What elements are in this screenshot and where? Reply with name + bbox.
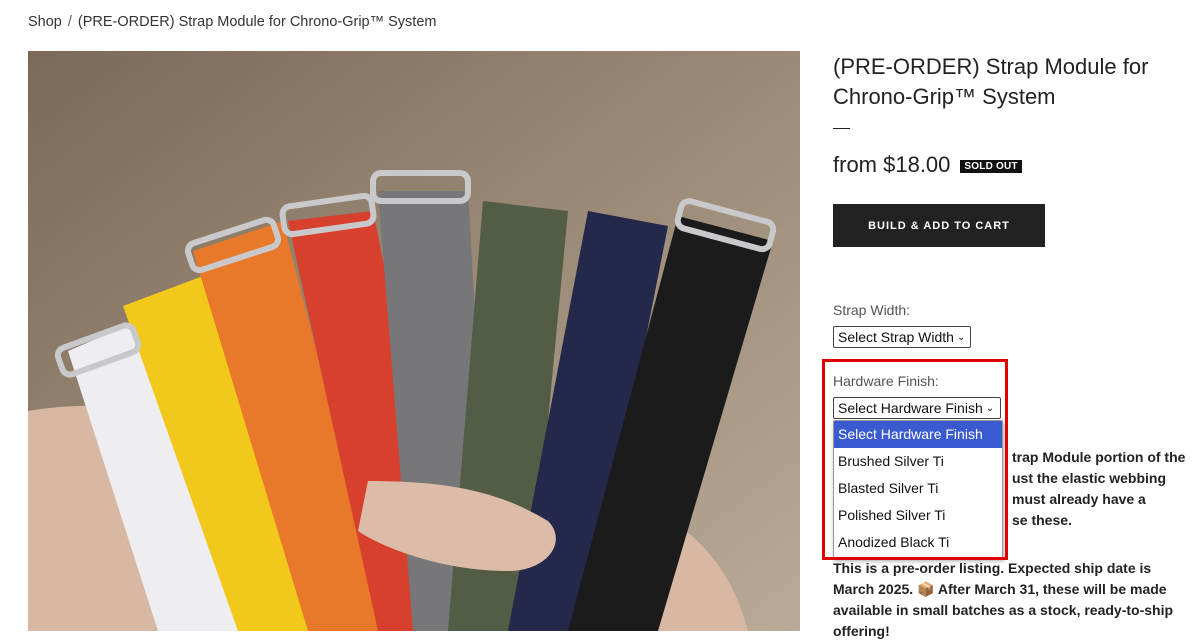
chevron-down-icon: ⌄ <box>985 402 995 414</box>
preorder-note: This is a pre-order listing. Expected sh… <box>833 560 1174 639</box>
product-price: from $18.00 <box>833 152 951 177</box>
strap-width-value: Select Strap Width <box>838 329 954 345</box>
chevron-down-icon: ⌄ <box>956 331 966 343</box>
hardware-finish-label: Hardware Finish: <box>833 373 939 389</box>
product-image[interactable] <box>28 51 800 631</box>
price-row: from $18.00 SOLD OUT <box>833 152 1022 178</box>
dropdown-option-anodized-black-ti[interactable]: Anodized Black Ti <box>834 529 1002 556</box>
description-partial: trap Module portion of the ust the elast… <box>1012 447 1192 531</box>
title-divider <box>833 128 850 129</box>
description-line: trap Module portion of the <box>1012 449 1186 465</box>
breadcrumb-shop-link[interactable]: Shop <box>28 14 62 30</box>
build-add-to-cart-button[interactable]: BUILD & ADD TO CART <box>833 204 1045 247</box>
dropdown-option-polished-silver-ti[interactable]: Polished Silver Ti <box>834 502 1002 529</box>
hardware-finish-dropdown-list[interactable]: Select Hardware Finish Brushed Silver Ti… <box>833 420 1003 559</box>
breadcrumb-separator: / <box>67 14 72 30</box>
breadcrumb-current: (PRE-ORDER) Strap Module for Chrono-Grip… <box>77 14 437 30</box>
strap-width-select[interactable]: Select Strap Width ⌄ <box>833 326 971 348</box>
hardware-finish-select[interactable]: Select Hardware Finish ⌄ <box>833 397 1001 419</box>
product-title: (PRE-ORDER) Strap Module for Chrono-Grip… <box>833 54 1149 109</box>
description-line: ust the elastic webbing <box>1012 470 1167 486</box>
dropdown-option-select-hardware-finish[interactable]: Select Hardware Finish <box>834 421 1002 448</box>
description-line: must already have a <box>1012 491 1146 507</box>
dropdown-option-blasted-silver-ti[interactable]: Blasted Silver Ti <box>834 475 1002 502</box>
description-line: se these. <box>1012 512 1072 528</box>
dropdown-option-brushed-silver-ti[interactable]: Brushed Silver Ti <box>834 448 1002 475</box>
sold-out-badge: SOLD OUT <box>960 160 1022 173</box>
hardware-finish-value: Select Hardware Finish <box>838 400 983 416</box>
breadcrumb: Shop / (PRE-ORDER) Strap Module for Chrono… <box>28 14 436 30</box>
strap-width-label: Strap Width: <box>833 302 911 318</box>
